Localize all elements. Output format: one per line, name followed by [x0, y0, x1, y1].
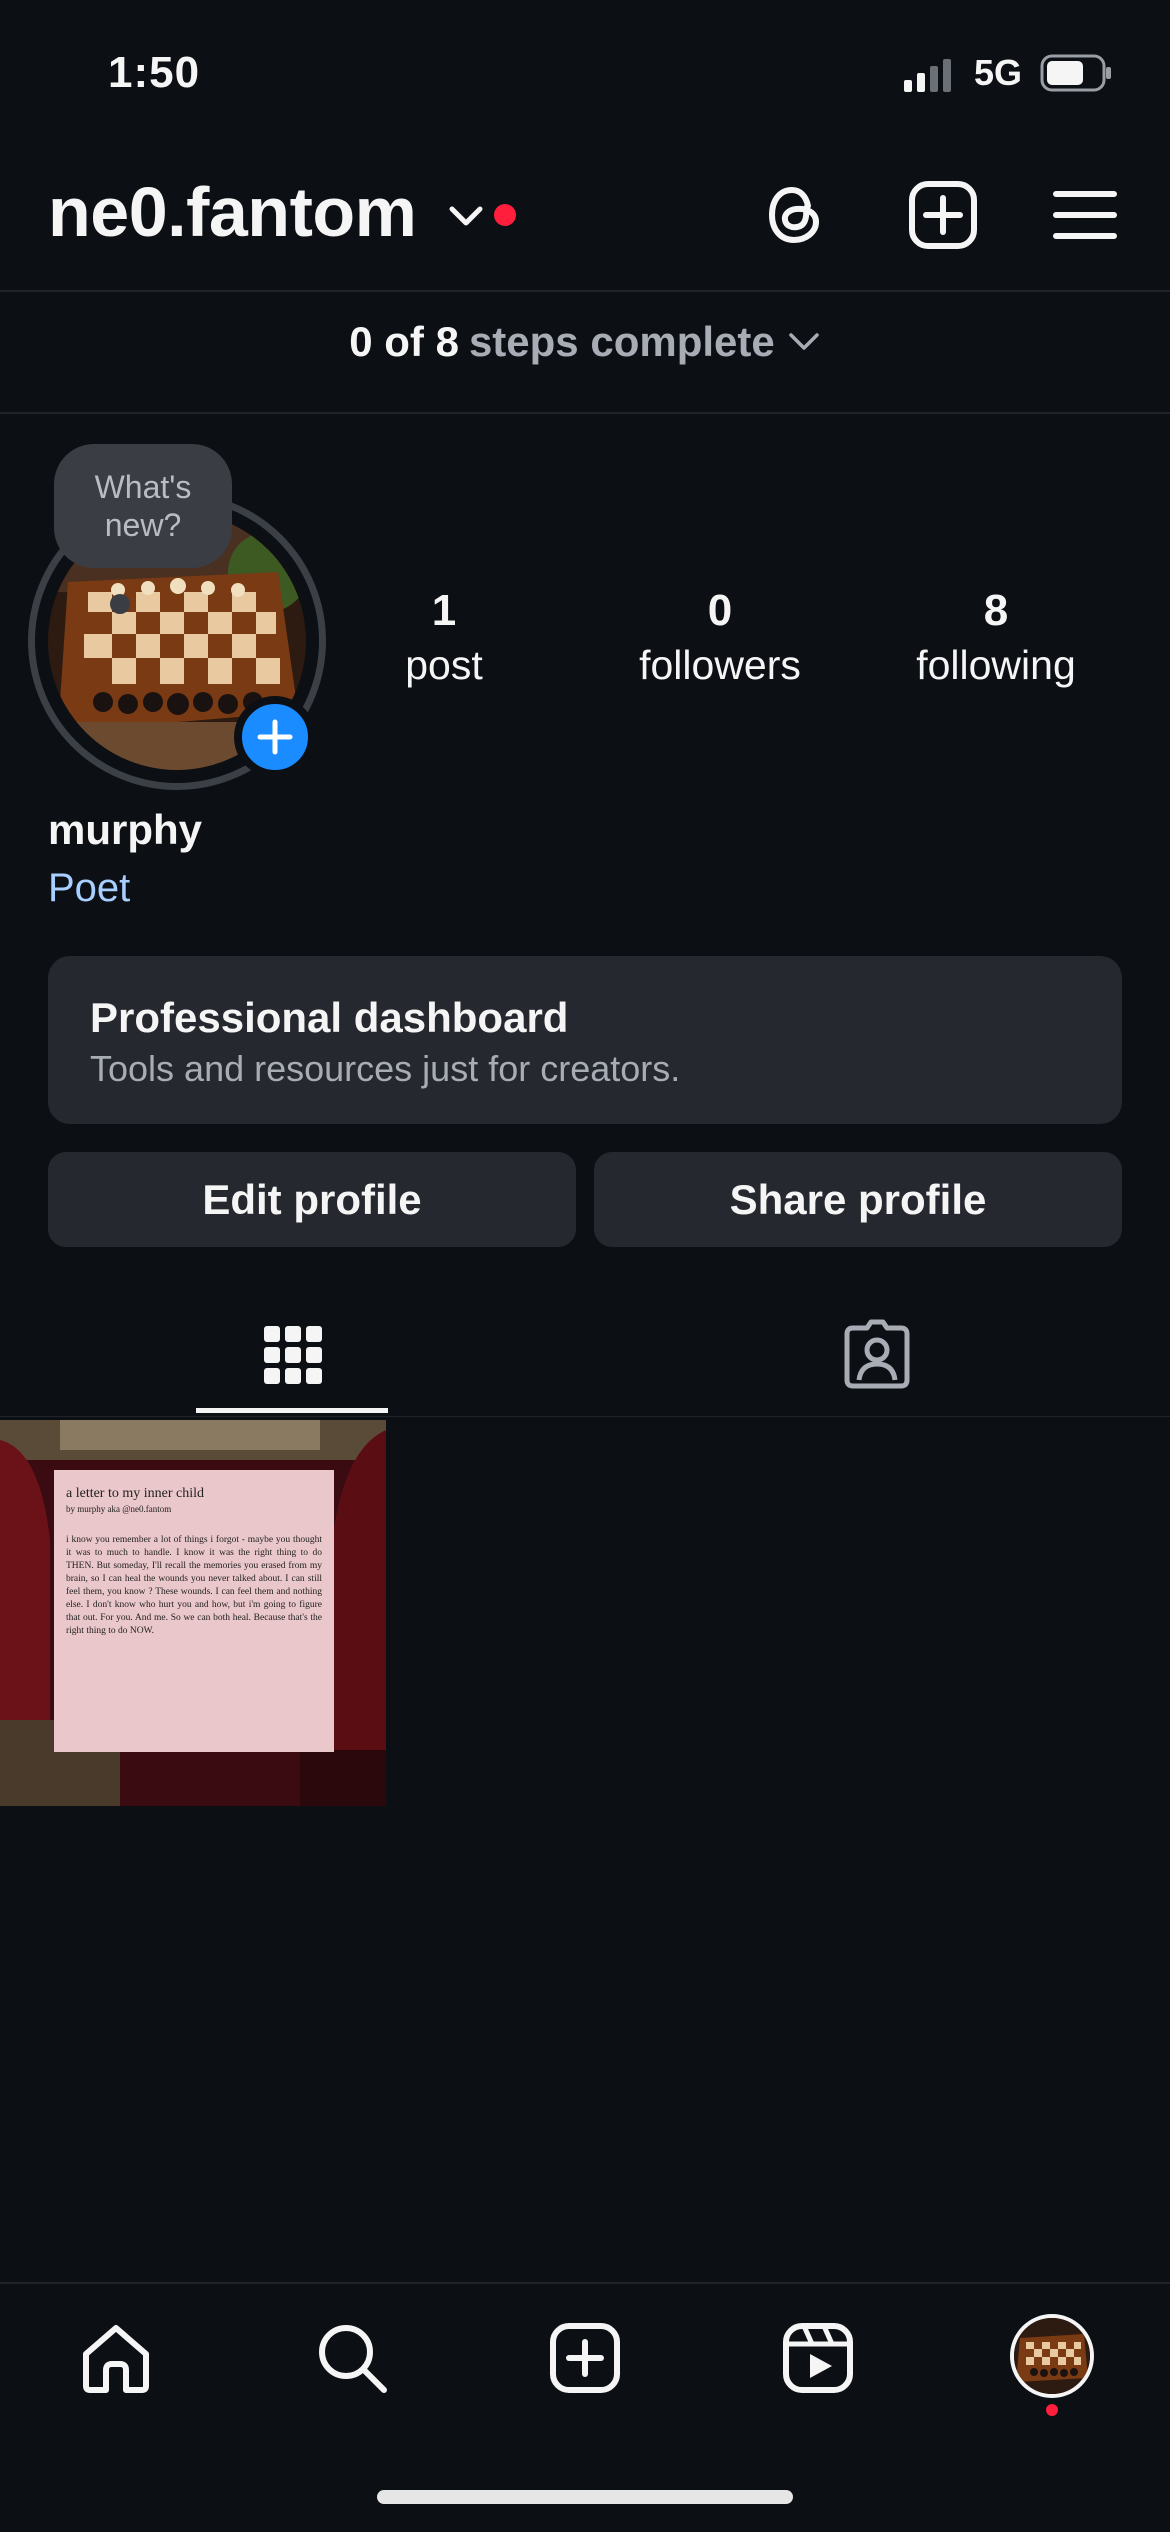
stat-value: 1 — [431, 586, 457, 635]
stat-label: post — [405, 642, 483, 688]
edit-profile-button[interactable]: Edit profile — [48, 1152, 576, 1247]
stat-following[interactable]: 8 following — [866, 586, 1126, 689]
bubble-tail — [110, 594, 130, 614]
account-username[interactable]: ne0.fantom — [48, 172, 417, 252]
add-story-button[interactable] — [234, 696, 316, 778]
home-icon[interactable] — [78, 2320, 154, 2396]
whats-new-bubble[interactable]: What's new? — [54, 444, 232, 568]
search-icon[interactable] — [314, 2320, 390, 2396]
chevron-down-icon — [788, 333, 819, 350]
status-time: 1:50 — [108, 48, 201, 97]
new-post-icon[interactable] — [906, 178, 980, 252]
profile-name: murphy — [48, 806, 203, 853]
profile-notification-dot — [1046, 2404, 1058, 2416]
post-byline: by murphy aka @ne0.fantom — [66, 1504, 172, 1514]
tab-tagged[interactable] — [585, 1300, 1170, 1414]
post-thumbnail[interactable]: a letter to my inner child by murphy aka… — [0, 1420, 386, 1806]
steps-count: 0 of 8 — [349, 318, 459, 365]
post-title: a letter to my inner child — [66, 1486, 205, 1501]
create-icon[interactable] — [547, 2320, 623, 2396]
notification-dot — [494, 204, 516, 226]
network-label: 5G — [974, 52, 1023, 93]
header-divider — [0, 290, 1170, 292]
chevron-down-icon[interactable] — [446, 196, 486, 236]
dashboard-subtitle: Tools and resources just for creators. — [90, 1048, 681, 1089]
professional-dashboard-card[interactable]: Professional dashboard Tools and resourc… — [48, 956, 1122, 1124]
battery-icon — [1040, 54, 1111, 92]
home-indicator[interactable] — [377, 2490, 793, 2504]
signal-icon — [904, 59, 951, 92]
stat-value: 8 — [983, 586, 1009, 635]
stat-label: following — [916, 642, 1076, 688]
steps-divider — [0, 412, 1170, 414]
steps-label: steps complete — [468, 318, 775, 365]
tab-divider — [0, 1416, 1170, 1417]
dashboard-title: Professional dashboard — [90, 994, 569, 1041]
share-profile-button[interactable]: Share profile — [594, 1152, 1122, 1247]
post-letter-card: a letter to my inner child by murphy aka… — [54, 1470, 334, 1752]
threads-icon[interactable] — [760, 178, 834, 252]
stat-followers[interactable]: 0 followers — [590, 586, 850, 689]
profile-avatar[interactable] — [1010, 2314, 1094, 2398]
stat-label: followers — [639, 642, 801, 688]
menu-icon[interactable] — [1048, 178, 1122, 252]
tagged-icon — [844, 1319, 910, 1389]
stat-posts[interactable]: 1 post — [314, 586, 574, 689]
profile-category[interactable]: Poet — [48, 866, 130, 911]
active-tab-indicator — [196, 1408, 388, 1413]
reels-icon[interactable] — [780, 2320, 856, 2396]
grid-icon — [264, 1326, 322, 1384]
stat-value: 0 — [707, 586, 733, 635]
post-body: i know you remember a lot of things i fo… — [66, 1535, 322, 1636]
onboarding-steps[interactable]: 0 of 8 steps complete — [0, 318, 1170, 366]
plus-icon — [257, 719, 293, 755]
tab-posts-grid[interactable] — [0, 1300, 585, 1414]
